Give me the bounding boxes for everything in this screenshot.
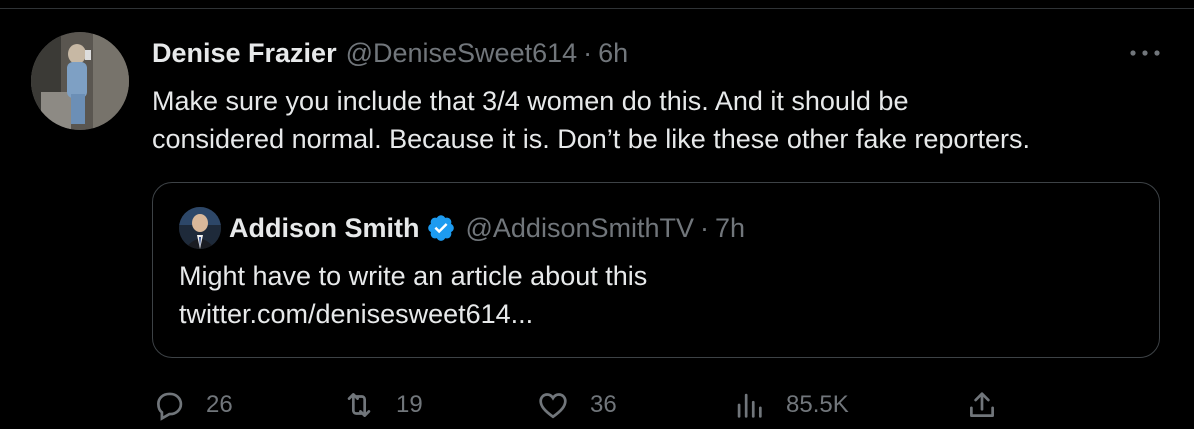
quoted-tweet-time[interactable]: 7h bbox=[715, 213, 745, 244]
like-button[interactable]: 36 bbox=[536, 388, 617, 422]
reply-count: 26 bbox=[206, 391, 233, 418]
tweet-body: Denise Frazier @DeniseSweet614 · 6h Make… bbox=[152, 36, 1162, 158]
quoted-text-line-1: Might have to write an article about thi… bbox=[179, 261, 648, 291]
tweet-actions-bar: 26 19 36 85.5K bbox=[152, 388, 1052, 424]
more-options-button[interactable] bbox=[1125, 38, 1165, 68]
quoted-tweet-header: Addison Smith @AddisonSmithTV · 7h bbox=[179, 207, 745, 249]
author-avatar[interactable] bbox=[31, 32, 129, 130]
share-button[interactable] bbox=[965, 388, 1019, 422]
quoted-author-avatar[interactable] bbox=[179, 207, 221, 249]
views-count: 85.5K bbox=[786, 391, 849, 418]
views-button[interactable]: 85.5K bbox=[732, 388, 849, 422]
reply-button[interactable]: 26 bbox=[152, 388, 233, 422]
tweet-header: Denise Frazier @DeniseSweet614 · 6h bbox=[152, 36, 1162, 70]
tweet-text: Make sure you include that 3/4 women do … bbox=[152, 82, 1162, 158]
quoted-author-name[interactable]: Addison Smith bbox=[229, 213, 420, 244]
verified-badge-icon bbox=[427, 215, 454, 241]
tweet-time[interactable]: 6h bbox=[598, 36, 628, 70]
reply-icon bbox=[157, 392, 183, 421]
like-count: 36 bbox=[590, 391, 617, 418]
tweet-text-line-2: considered normal. Because it is. Don’t … bbox=[152, 124, 1030, 154]
retweet-icon bbox=[347, 393, 371, 417]
retweet-button[interactable]: 19 bbox=[342, 388, 423, 422]
share-upload-icon bbox=[970, 392, 994, 417]
quoted-header-separator: · bbox=[700, 212, 709, 243]
quoted-author-handle[interactable]: @AddisonSmithTV bbox=[466, 213, 695, 244]
heart-icon bbox=[539, 393, 567, 419]
author-handle[interactable]: @DeniseSweet614 bbox=[346, 36, 578, 70]
quoted-avatar-photo bbox=[179, 207, 221, 249]
retweet-count: 19 bbox=[396, 391, 423, 418]
quoted-tweet-link[interactable]: twitter.com/denisesweet614... bbox=[179, 295, 1129, 333]
tweet-text-line-1: Make sure you include that 3/4 women do … bbox=[152, 86, 909, 116]
avatar-photo bbox=[31, 32, 129, 130]
more-horizontal-icon bbox=[1130, 50, 1160, 56]
top-divider bbox=[0, 8, 1194, 9]
header-separator: · bbox=[583, 38, 593, 68]
author-name[interactable]: Denise Frazier bbox=[152, 36, 337, 70]
quoted-tweet-text: Might have to write an article about thi… bbox=[179, 257, 1129, 333]
quoted-tweet[interactable]: Addison Smith @AddisonSmithTV · 7h Might… bbox=[152, 182, 1160, 358]
views-chart-icon bbox=[737, 393, 762, 418]
